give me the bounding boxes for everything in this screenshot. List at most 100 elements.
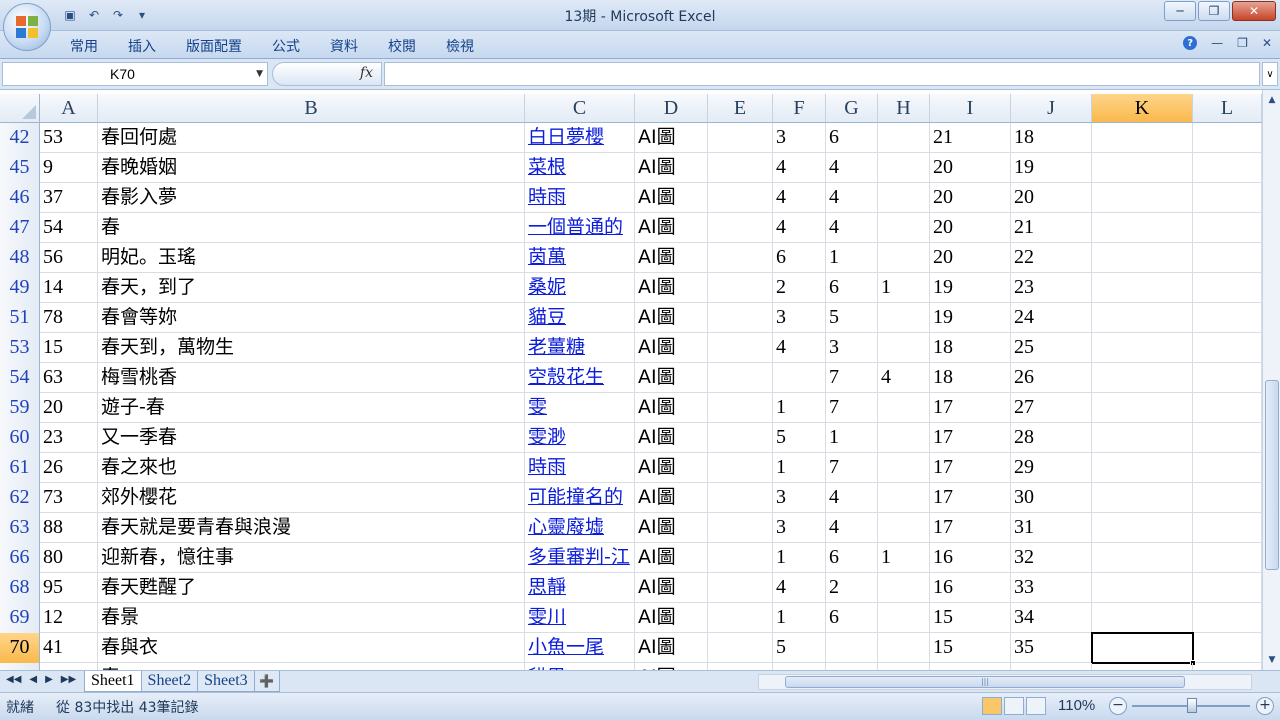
cell-k[interactable] <box>1092 543 1193 573</box>
office-button[interactable] <box>3 3 51 51</box>
cell-e[interactable] <box>708 573 773 603</box>
cell-i[interactable]: 20 <box>930 183 1011 213</box>
cell-h[interactable] <box>878 393 930 423</box>
cell-g[interactable]: 4 <box>826 153 878 183</box>
cell-k[interactable] <box>1092 513 1193 543</box>
ribbon-restore-icon[interactable]: ❐ <box>1237 36 1248 50</box>
cell-j[interactable]: 34 <box>1011 603 1092 633</box>
cell-d[interactable]: AI圖 <box>635 453 708 483</box>
tab-review[interactable]: 校閱 <box>388 36 416 56</box>
column-header-j[interactable]: J <box>1011 94 1092 122</box>
column-header-g[interactable]: G <box>826 94 878 122</box>
cell-l[interactable] <box>1193 273 1262 303</box>
cell-l[interactable] <box>1193 363 1262 393</box>
cell-a[interactable]: 80 <box>40 543 98 573</box>
cell-e[interactable] <box>708 423 773 453</box>
row-header[interactable]: 49 <box>0 273 40 303</box>
help-icon[interactable]: ? <box>1183 36 1198 50</box>
cell-j[interactable]: 28 <box>1011 423 1092 453</box>
cell-a[interactable]: 41 <box>40 633 98 663</box>
maximize-icon[interactable]: ❐ <box>1198 1 1230 21</box>
cell-f[interactable]: 3 <box>773 483 826 513</box>
tab-view[interactable]: 檢視 <box>446 36 474 56</box>
cell-g[interactable]: 1 <box>826 423 878 453</box>
cell-a[interactable]: 54 <box>40 213 98 243</box>
cell-g[interactable]: 1 <box>826 243 878 273</box>
cell-f[interactable]: 5 <box>773 423 826 453</box>
column-header-f[interactable]: F <box>773 94 826 122</box>
cell-l[interactable] <box>1193 573 1262 603</box>
cell-k[interactable] <box>1092 303 1193 333</box>
cell-k[interactable] <box>1092 453 1193 483</box>
column-header-e[interactable]: E <box>708 94 773 122</box>
cell-c[interactable]: 空殼花生 <box>525 363 635 393</box>
cell-f[interactable]: 5 <box>773 633 826 663</box>
cell-e[interactable] <box>708 273 773 303</box>
column-header-h[interactable]: H <box>878 94 930 122</box>
row-header[interactable]: 54 <box>0 363 40 393</box>
cell-c[interactable]: 多重審判-江 <box>525 543 635 573</box>
cell-i[interactable]: 17 <box>930 513 1011 543</box>
cell-k[interactable] <box>1092 273 1193 303</box>
cell-j[interactable]: 22 <box>1011 243 1092 273</box>
cell-f[interactable]: 4 <box>773 333 826 363</box>
cell-a[interactable]: 20 <box>40 393 98 423</box>
row-header[interactable]: 62 <box>0 483 40 513</box>
cell-a[interactable]: 63 <box>40 363 98 393</box>
cell-l[interactable] <box>1193 423 1262 453</box>
row-header[interactable]: 53 <box>0 333 40 363</box>
cell-f[interactable]: 4 <box>773 183 826 213</box>
active-cell-outline[interactable] <box>1091 632 1194 664</box>
cell-a[interactable]: 15 <box>40 333 98 363</box>
cell-c[interactable]: 一個普通的 <box>525 213 635 243</box>
sheet-tab-sheet1[interactable]: Sheet1 <box>84 671 142 692</box>
cell-f[interactable]: 1 <box>773 393 826 423</box>
cell-a[interactable]: 9 <box>40 153 98 183</box>
cell-k[interactable] <box>1092 183 1193 213</box>
cell-l[interactable] <box>1193 183 1262 213</box>
column-header-a[interactable]: A <box>40 94 98 122</box>
cell-k[interactable] <box>1092 573 1193 603</box>
scroll-down-icon[interactable]: ▼ <box>1264 652 1280 668</box>
ribbon-minimize-icon[interactable]: — <box>1211 36 1223 50</box>
cell-c[interactable]: 時雨 <box>525 453 635 483</box>
cell-a[interactable]: 12 <box>40 603 98 633</box>
cell-a[interactable]: 26 <box>40 453 98 483</box>
cell-g[interactable]: 7 <box>826 453 878 483</box>
chevron-down-icon[interactable]: ▼ <box>256 69 263 79</box>
cell-d[interactable]: AI圖 <box>635 123 708 153</box>
cell-l[interactable] <box>1193 633 1262 663</box>
cell-i[interactable]: 19 <box>930 303 1011 333</box>
cell-h[interactable] <box>878 303 930 333</box>
cell-c[interactable]: 雯渺 <box>525 423 635 453</box>
cell-a[interactable]: 88 <box>40 513 98 543</box>
cell-b[interactable]: 春回何處 <box>98 123 525 153</box>
cell-f[interactable]: 6 <box>773 243 826 273</box>
cell-g[interactable]: 2 <box>826 573 878 603</box>
cell-h[interactable] <box>878 153 930 183</box>
cell-e[interactable] <box>708 123 773 153</box>
close-icon[interactable]: ✕ <box>1232 1 1276 21</box>
cell-d[interactable]: AI圖 <box>635 513 708 543</box>
cell-b[interactable]: 春與衣 <box>98 633 525 663</box>
cell-a[interactable]: 37 <box>40 183 98 213</box>
cell-d[interactable]: AI圖 <box>635 423 708 453</box>
formula-input[interactable] <box>384 62 1260 86</box>
cell-f[interactable] <box>773 363 826 393</box>
sheet-tab-sheet3[interactable]: Sheet3 <box>197 671 255 692</box>
name-box[interactable]: K70 ▼ <box>2 62 268 86</box>
cell-d[interactable]: AI圖 <box>635 393 708 423</box>
cell-j[interactable]: 23 <box>1011 273 1092 303</box>
column-header-d[interactable]: D <box>635 94 708 122</box>
cell-g[interactable] <box>826 633 878 663</box>
zoom-level[interactable]: 110% <box>1058 697 1095 714</box>
cell-d[interactable]: AI圖 <box>635 333 708 363</box>
horizontal-scroll-thumb[interactable]: ||| <box>785 676 1185 688</box>
cell-k[interactable] <box>1092 333 1193 363</box>
cell-i[interactable]: 15 <box>930 633 1011 663</box>
cell-h[interactable]: 1 <box>878 273 930 303</box>
cell-l[interactable] <box>1193 513 1262 543</box>
cell-d[interactable]: AI圖 <box>635 483 708 513</box>
cell-l[interactable] <box>1193 243 1262 273</box>
cell-i[interactable]: 17 <box>930 453 1011 483</box>
